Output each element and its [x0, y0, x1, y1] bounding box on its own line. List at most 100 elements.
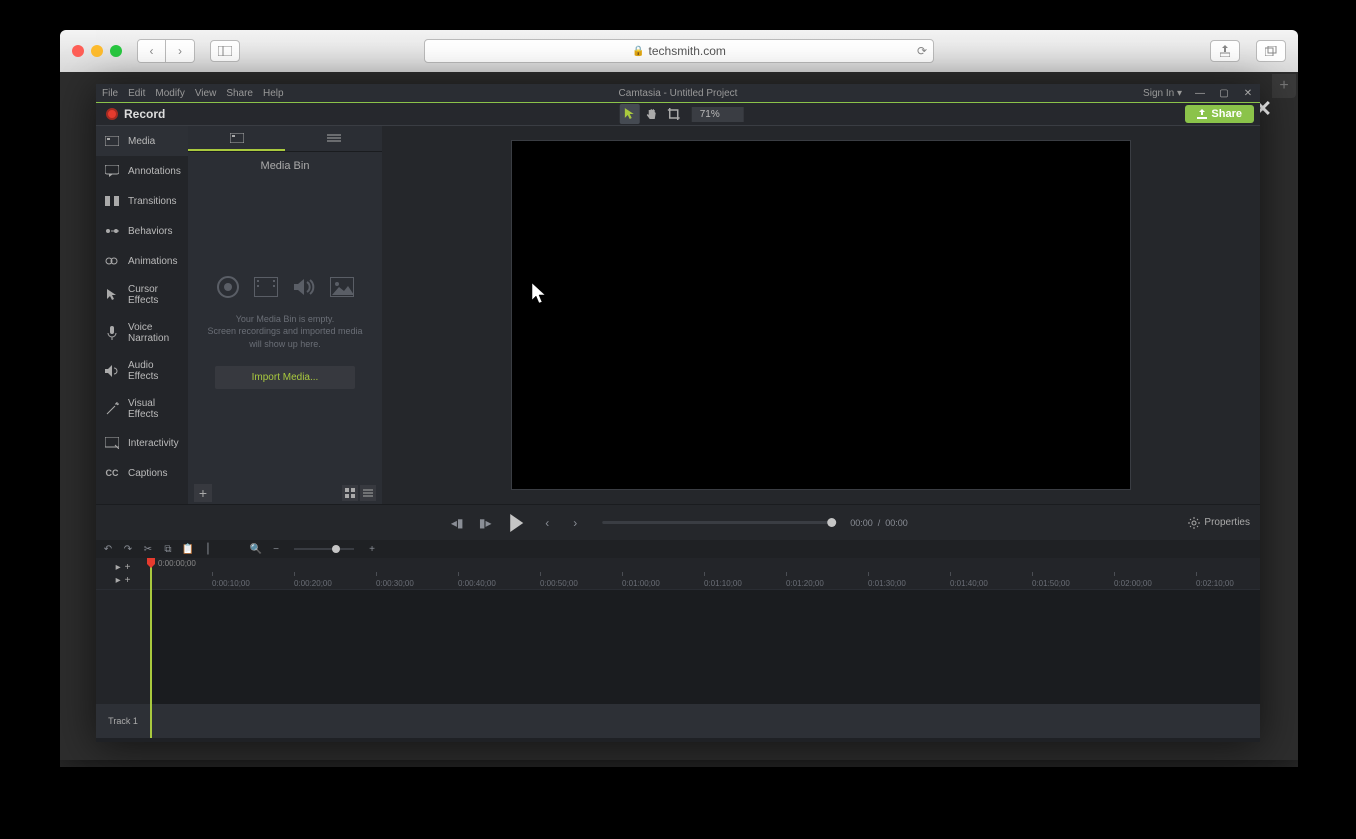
redo-button[interactable]: ↷ [122, 543, 134, 555]
tick: 0:01:40;00 [950, 579, 988, 588]
zoom-out-button[interactable]: − [270, 543, 282, 555]
tick: 0:02:10;00 [1196, 579, 1234, 588]
menu-file[interactable]: File [102, 88, 118, 99]
callout-icon [104, 164, 120, 178]
app-titlebar: File Edit Modify View Share Help Camtasi… [96, 84, 1260, 102]
track-row[interactable] [150, 704, 1260, 738]
pan-tool[interactable] [642, 104, 662, 124]
gear-icon [1188, 517, 1200, 529]
import-media-button[interactable]: Import Media... [215, 366, 355, 389]
browser-toolbar: ‹ › 🔒 techsmith.com ⟳ [60, 30, 1298, 72]
tick: 0:00:40;00 [458, 579, 496, 588]
tick: 0:01:20;00 [786, 579, 824, 588]
paste-button[interactable]: 📋 [182, 543, 194, 555]
tab-captions[interactable]: CCCaptions [96, 458, 188, 488]
scrub-slider[interactable] [602, 521, 832, 524]
tab-transitions[interactable]: Transitions [96, 186, 188, 216]
add-quiz[interactable]: + [125, 575, 131, 586]
forward-button[interactable]: › [166, 40, 194, 62]
preview-canvas[interactable] [511, 140, 1131, 490]
prev-frame-button[interactable]: ◂▮ [448, 514, 466, 532]
mic-icon [104, 326, 120, 340]
playhead[interactable] [150, 558, 152, 738]
split-button[interactable]: ⎮ [202, 543, 214, 555]
undo-button[interactable]: ↶ [102, 543, 114, 555]
tab-annotations[interactable]: Annotations [96, 156, 188, 186]
tab-cursor-effects[interactable]: Cursor Effects [96, 276, 188, 314]
menu-modify[interactable]: Modify [155, 88, 184, 99]
back-button[interactable]: ‹ [138, 40, 166, 62]
record-button[interactable]: Record [96, 107, 175, 121]
behavior-icon [104, 224, 120, 238]
tab-media[interactable]: Media [96, 126, 188, 156]
tab-behaviors[interactable]: Behaviors [96, 216, 188, 246]
traffic-light-close[interactable] [72, 45, 84, 57]
add-marker[interactable]: + [125, 562, 131, 573]
tab-interactivity[interactable]: Interactivity [96, 428, 188, 458]
share-icon[interactable] [1210, 40, 1240, 62]
url-text: techsmith.com [649, 44, 726, 58]
media-icon [104, 134, 120, 148]
share-button[interactable]: Share [1185, 105, 1254, 123]
quiz-toggle[interactable]: ▸ [116, 575, 121, 586]
tab-animations[interactable]: Animations [96, 246, 188, 276]
menu-share[interactable]: Share [226, 88, 253, 99]
close-icon[interactable]: ✕ [1242, 87, 1254, 99]
tracks-area[interactable] [150, 590, 1260, 738]
menu-view[interactable]: View [195, 88, 217, 99]
zoom-select[interactable]: 71% [692, 107, 744, 122]
timeline-ruler[interactable]: 0:00:00;00 0:00:10;000:00:20;000:00:30;0… [150, 558, 1260, 589]
markers-toggle[interactable]: ▸ [116, 562, 121, 573]
timeline-tools: ↶ ↷ ✂ ⧉ 📋 ⎮ 🔍 − + [96, 540, 1260, 558]
play-button[interactable] [504, 511, 528, 535]
select-tool[interactable] [620, 104, 640, 124]
track-label[interactable]: Track 1 [96, 704, 150, 738]
tick: 0:00:10;00 [212, 579, 250, 588]
tab-visual-effects[interactable]: Visual Effects [96, 390, 188, 428]
zoom-in-button[interactable]: + [366, 543, 378, 555]
window-title: Camtasia - Untitled Project [619, 88, 738, 99]
traffic-light-zoom[interactable] [110, 45, 122, 57]
sidebar-toggle[interactable] [210, 40, 240, 62]
cursor-icon [104, 288, 120, 302]
animation-icon [104, 254, 120, 268]
tab-audio-effects[interactable]: Audio Effects [96, 352, 188, 390]
tab-voice-narration[interactable]: Voice Narration [96, 314, 188, 352]
menu-edit[interactable]: Edit [128, 88, 145, 99]
minimize-icon[interactable]: — [1194, 87, 1206, 99]
new-tab-button[interactable]: + [1272, 74, 1296, 98]
cursor-arrow-icon [532, 283, 550, 305]
copy-button[interactable]: ⧉ [162, 543, 174, 555]
traffic-light-minimize[interactable] [91, 45, 103, 57]
list-icon [327, 133, 341, 143]
zoom-slider[interactable] [294, 548, 354, 550]
playhead-time: 0:00:00;00 [158, 559, 196, 568]
next-marker-button[interactable]: › [566, 514, 584, 532]
add-button[interactable]: + [194, 484, 212, 502]
scrub-knob[interactable] [827, 518, 836, 527]
list-view-icon[interactable] [360, 485, 376, 501]
chevron-down-icon: ▾ [1177, 88, 1182, 99]
tick: 0:01:00;00 [622, 579, 660, 588]
bin-icon [230, 133, 244, 143]
empty-text-2: Screen recordings and imported media wil… [202, 325, 368, 350]
cut-button[interactable]: ✂ [142, 543, 154, 555]
panel-tab-bin[interactable] [188, 126, 285, 151]
maximize-icon[interactable]: ▢ [1218, 87, 1230, 99]
prev-marker-button[interactable]: ‹ [538, 514, 556, 532]
tabs-icon[interactable] [1256, 40, 1286, 62]
cc-icon: CC [104, 466, 120, 480]
reload-icon[interactable]: ⟳ [917, 44, 927, 58]
tick: 0:01:10;00 [704, 579, 742, 588]
crop-tool[interactable] [664, 104, 684, 124]
zoom-knob[interactable] [332, 545, 340, 553]
sign-in-button[interactable]: Sign In ▾ [1143, 88, 1182, 99]
next-frame-button[interactable]: ▮▸ [476, 514, 494, 532]
properties-button[interactable]: Properties [1188, 517, 1250, 529]
panel-tab-library[interactable] [285, 126, 382, 151]
address-bar[interactable]: 🔒 techsmith.com ⟳ [424, 39, 934, 63]
playback-bar: ◂▮ ▮▸ ‹ › 00:00 / 00:00 Properties [96, 504, 1260, 540]
zoom-icon: 🔍 [250, 543, 262, 555]
menu-help[interactable]: Help [263, 88, 284, 99]
grid-view-icon[interactable] [342, 485, 358, 501]
